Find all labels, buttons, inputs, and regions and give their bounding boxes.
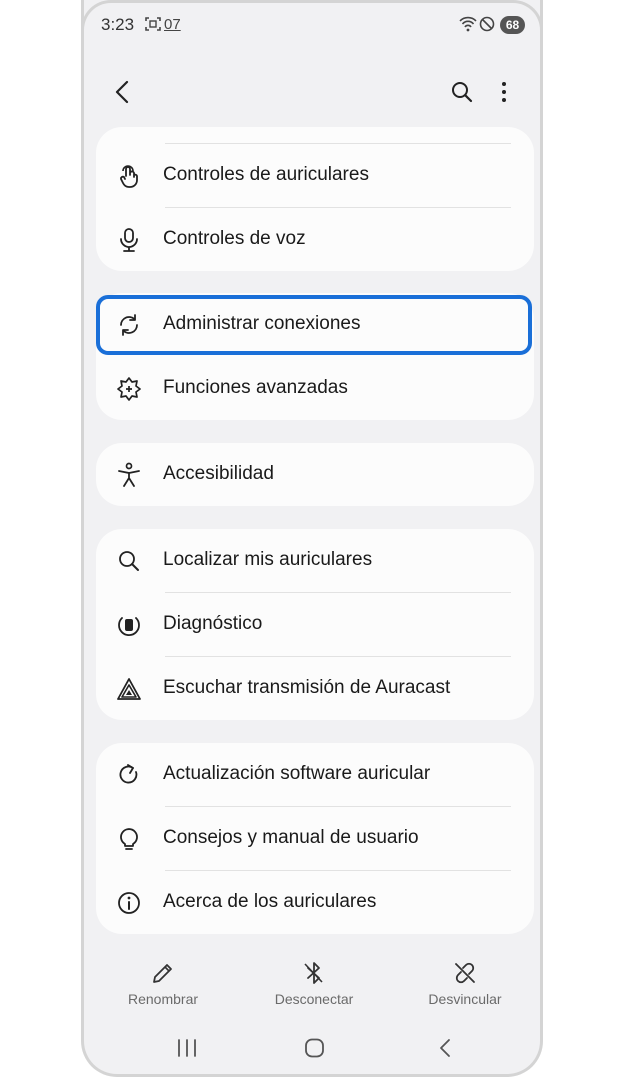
- menu-item-voice-controls[interactable]: Controles de voz: [96, 208, 534, 272]
- menu-item-auracast[interactable]: Escuchar transmisión de Auracast: [96, 657, 534, 721]
- menu-item-label: Acerca de los auriculares: [163, 891, 377, 912]
- notification-extra: 07: [164, 16, 181, 33]
- recent-apps-icon[interactable]: [176, 1038, 198, 1058]
- more-options-icon[interactable]: [494, 80, 514, 104]
- update-icon: [119, 764, 138, 784]
- diagnostics-icon: [118, 617, 140, 637]
- menu-item-label: Diagnóstico: [163, 613, 263, 634]
- menu-item-headphone-controls[interactable]: Controles de auriculares: [96, 144, 534, 208]
- unpair-button[interactable]: Desvincular: [405, 960, 525, 1007]
- menu-item-accessibility[interactable]: Accesibilidad: [96, 443, 534, 507]
- wifi-icon: [459, 16, 477, 32]
- menu-item-software-update[interactable]: Actualización software auricular: [96, 743, 534, 807]
- disconnect-button[interactable]: Desconectar: [254, 960, 374, 1007]
- menu-item-label: Controles de auriculares: [163, 164, 369, 185]
- menu-item-label: Escuchar transmisión de Auracast: [163, 677, 451, 698]
- menu-item-label: Localizar mis auriculares: [163, 549, 373, 570]
- screenshot-icon: [145, 17, 161, 31]
- unlink-icon: [455, 962, 475, 984]
- settings-group-accessibility: Accesibilidad: [96, 443, 534, 506]
- accessibility-icon: [118, 462, 140, 487]
- unpair-label: Desvincular: [428, 991, 502, 1007]
- back-icon[interactable]: [112, 80, 134, 104]
- advanced-features-icon: [117, 377, 141, 401]
- info-icon: [118, 892, 140, 914]
- disconnect-label: Desconectar: [274, 991, 354, 1007]
- menu-item-label: Accesibilidad: [163, 463, 274, 484]
- back-nav-icon[interactable]: [436, 1038, 454, 1058]
- settings-group-controls: Controles de auriculares Controles de vo…: [96, 127, 534, 271]
- menu-item-advanced-features[interactable]: Funciones avanzadas: [96, 357, 534, 421]
- settings-group-tools: Localizar mis auriculares Diagnóstico Es…: [96, 529, 534, 720]
- menu-item-tips-manual[interactable]: Consejos y manual de usuario: [96, 807, 534, 871]
- menu-item-label: Actualización software auricular: [163, 763, 431, 784]
- menu-item-about-earbuds[interactable]: Acerca de los auriculares: [96, 871, 534, 935]
- lightbulb-icon: [120, 828, 138, 850]
- do-not-disturb-icon: [479, 16, 495, 32]
- rename-button[interactable]: Renombrar: [103, 960, 223, 1007]
- auracast-icon: [117, 678, 141, 700]
- status-bar: 3:23 07 68: [84, 0, 540, 48]
- menu-item-label: Funciones avanzadas: [163, 377, 348, 398]
- rename-label: Renombrar: [127, 991, 199, 1007]
- settings-group-info: Actualización software auricular Consejo…: [96, 743, 534, 934]
- pencil-icon: [153, 964, 172, 983]
- search-icon: [119, 551, 139, 571]
- status-time: 3:23: [101, 15, 135, 34]
- menu-item-diagnostics[interactable]: Diagnóstico: [96, 593, 534, 657]
- battery-indicator: 68: [500, 16, 525, 34]
- search-icon[interactable]: [450, 80, 474, 104]
- bluetooth-disconnect-icon: [304, 962, 323, 984]
- menu-item-find-earbuds[interactable]: Localizar mis auriculares: [96, 529, 534, 593]
- phone-screen: 3:23 07 68 Controles de auriculares Cont…: [81, 0, 543, 1077]
- menu-item-label: Consejos y manual de usuario: [163, 827, 419, 848]
- touch-gesture-icon: [120, 165, 138, 188]
- menu-item-label: Controles de voz: [163, 228, 306, 249]
- home-icon[interactable]: [304, 1038, 326, 1058]
- microphone-icon: [120, 228, 138, 252]
- highlight-frame: [96, 295, 532, 355]
